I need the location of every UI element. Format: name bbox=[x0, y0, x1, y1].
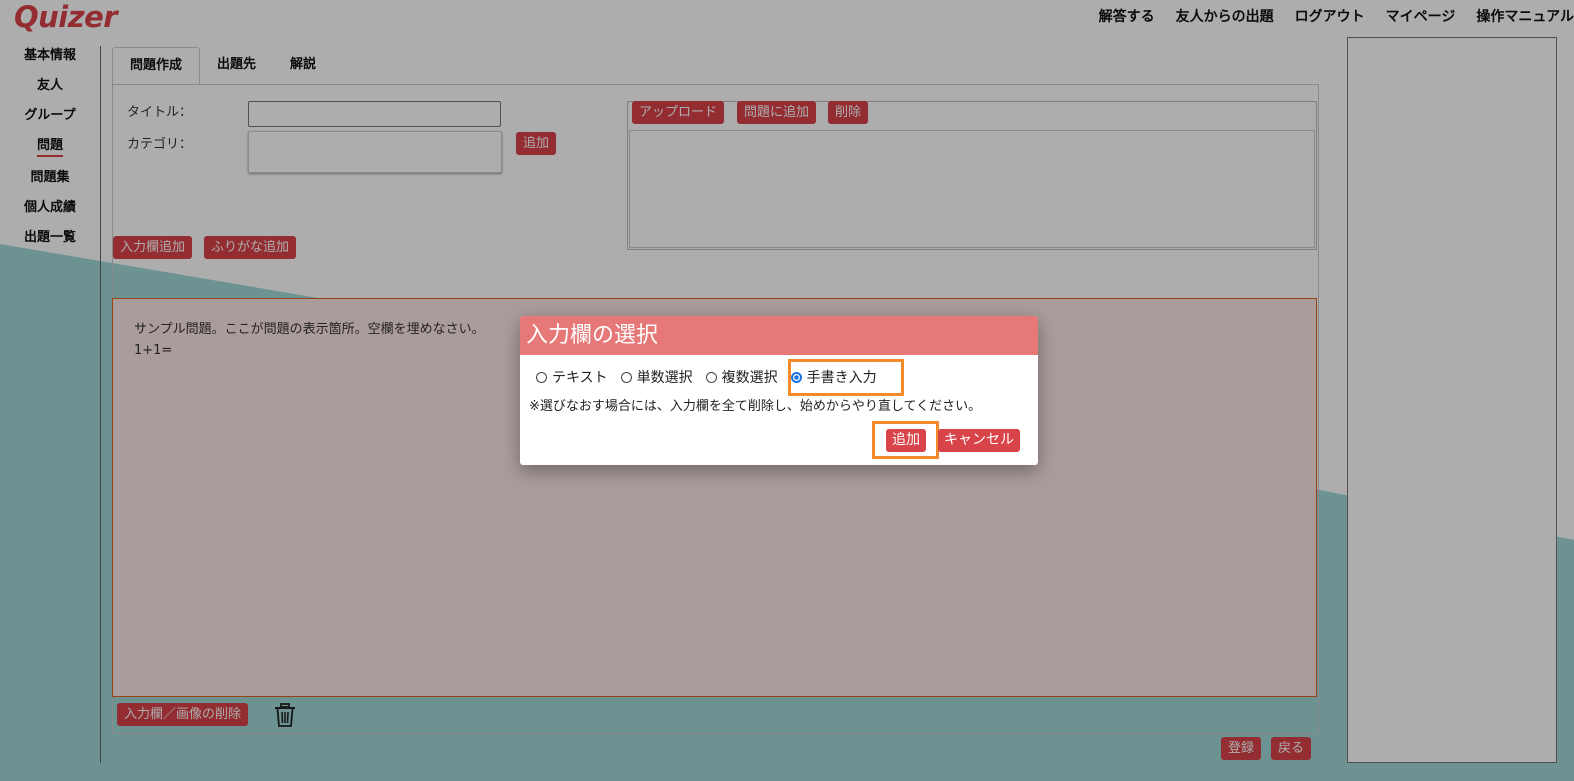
handwriting-highlight bbox=[788, 359, 904, 396]
radio-circle-icon bbox=[705, 371, 717, 383]
radio-single-choice[interactable]: 単数選択 bbox=[620, 367, 693, 387]
dialog-cancel-button[interactable]: キャンセル bbox=[938, 429, 1020, 452]
radio-multiple-choice[interactable]: 複数選択 bbox=[705, 367, 778, 387]
radio-circle-icon bbox=[620, 371, 632, 383]
dialog-add-button[interactable]: 追加 bbox=[886, 429, 926, 452]
input-type-dialog: 入力欄の選択 テキスト 単数選択 複数選択 手書き入力 ※選びなおす場合には、入… bbox=[520, 316, 1038, 465]
radio-circle-icon bbox=[536, 371, 547, 383]
radio-text[interactable]: テキスト bbox=[536, 367, 608, 387]
dialog-title: 入力欄の選択 bbox=[520, 316, 1038, 355]
dialog-note: ※選びなおす場合には、入力欄を全て削除し、始めからやり直してください。 bbox=[529, 399, 982, 414]
